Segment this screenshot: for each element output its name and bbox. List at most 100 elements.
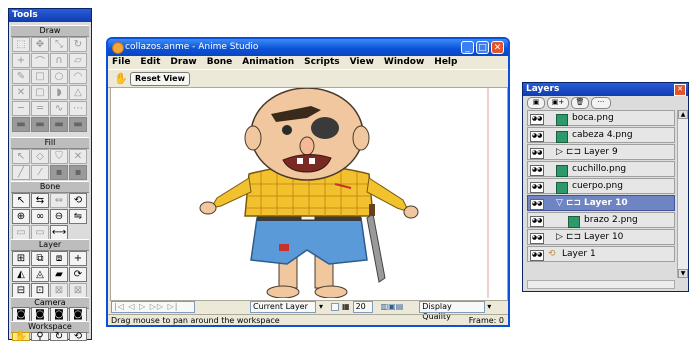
freehand-icon[interactable]: ✎ bbox=[12, 69, 30, 84]
layers-hscrollbar[interactable] bbox=[527, 280, 675, 289]
menu-draw[interactable]: Draw bbox=[170, 56, 196, 69]
layer-select[interactable]: Current Layer bbox=[250, 300, 316, 313]
scale-bone-icon[interactable]: ⇔ bbox=[50, 193, 68, 208]
roll-camera-icon[interactable]: ◙ bbox=[50, 307, 68, 322]
layers-scrollbar[interactable]: ▲ ▼ bbox=[677, 110, 688, 278]
layer-row[interactable]: ◕◕ cuchillo.png bbox=[527, 161, 675, 177]
menu-file[interactable]: File bbox=[112, 56, 130, 69]
add-point-icon[interactable]: + bbox=[12, 53, 30, 68]
line-width-icon[interactable]: ▬ bbox=[12, 117, 30, 132]
draw-rectangle-icon[interactable]: □ bbox=[31, 69, 49, 84]
flip-layer-h-icon[interactable]: ◭ bbox=[12, 267, 30, 282]
track-camera-icon[interactable]: ◙ bbox=[12, 307, 30, 322]
grid-checkbox[interactable] bbox=[331, 302, 340, 311]
expand-triangle-icon[interactable]: ▷ bbox=[556, 145, 563, 160]
magnet-icon[interactable]: ∩ bbox=[50, 53, 68, 68]
create-shape-icon[interactable]: ◇ bbox=[31, 149, 49, 164]
minimize-icon[interactable]: _ bbox=[461, 41, 474, 54]
flip-layer-v-icon[interactable]: ◬ bbox=[31, 267, 49, 282]
bind-layer-icon[interactable]: ▭ bbox=[12, 225, 30, 240]
zoom-icon[interactable]: ⚲ bbox=[31, 331, 49, 342]
layer-row[interactable]: ◕◕ ▷ ⊏⊐ Layer 10 bbox=[527, 229, 675, 245]
menu-edit[interactable]: Edit bbox=[140, 56, 160, 69]
draw-oval-icon[interactable]: ○ bbox=[50, 69, 68, 84]
menu-bone[interactable]: Bone bbox=[207, 56, 233, 69]
visibility-icon[interactable]: ◕◕ bbox=[530, 250, 544, 261]
shear-icon[interactable]: ▱ bbox=[69, 53, 87, 68]
set-origin-icon[interactable]: + bbox=[69, 251, 87, 266]
add-bone-icon[interactable]: ⊕ bbox=[12, 209, 30, 224]
layer-row[interactable]: ◕◕ cabeza 4.png bbox=[527, 127, 675, 143]
title-bar[interactable]: collazos.anme - Anime Studio _ □ ✕ bbox=[108, 39, 508, 56]
layer-select-arrow-icon[interactable]: ▾ bbox=[319, 302, 323, 311]
grid-size-field[interactable]: 20 bbox=[352, 300, 373, 313]
visibility-icon[interactable]: ◕◕ bbox=[530, 165, 544, 176]
translate-points-icon[interactable]: ✥ bbox=[31, 37, 49, 52]
visibility-icon[interactable]: ◕◕ bbox=[530, 216, 544, 227]
scale-layer-icon[interactable]: ⧉ bbox=[31, 251, 49, 266]
rotate-layer-z-icon[interactable]: ⧈ bbox=[50, 251, 68, 266]
switch-layer-icon[interactable]: ⊟ bbox=[12, 283, 30, 298]
quality-arrow-icon[interactable]: ▾ bbox=[487, 302, 491, 311]
paint-bucket-icon[interactable]: ⛉ bbox=[50, 149, 68, 164]
offset-bone-icon[interactable]: ⟷ bbox=[50, 225, 68, 240]
eraser-icon[interactable]: ▬ bbox=[50, 117, 68, 132]
hand-icon[interactable]: ✋ bbox=[12, 331, 30, 342]
line-icon[interactable]: ╱ bbox=[12, 165, 30, 180]
noise-icon[interactable]: △ bbox=[69, 85, 87, 100]
delete-edge-icon[interactable]: ✕ bbox=[12, 85, 30, 100]
select-shape-icon[interactable]: ↖ bbox=[12, 149, 30, 164]
stroke-exposure-icon[interactable]: ═ bbox=[31, 101, 49, 116]
curvature-icon[interactable]: ⌒ bbox=[31, 53, 49, 68]
curve-profile-icon[interactable]: ∿ bbox=[50, 101, 68, 116]
manipulate-bones-icon[interactable]: ⇋ bbox=[69, 209, 87, 224]
reset-view-button[interactable]: Reset View bbox=[130, 72, 190, 86]
shear-layer-icon[interactable]: ▰ bbox=[50, 267, 68, 282]
expand-triangle-icon[interactable]: ▷ bbox=[556, 230, 563, 245]
visibility-icon[interactable]: ◕◕ bbox=[530, 131, 544, 142]
scroll-down-icon[interactable]: ▼ bbox=[678, 269, 688, 278]
bone-strength-icon[interactable]: ⊖ bbox=[50, 209, 68, 224]
menu-view[interactable]: View bbox=[350, 56, 374, 69]
menu-scripts[interactable]: Scripts bbox=[304, 56, 339, 69]
eyedropper-icon[interactable]: ⁄ bbox=[31, 165, 49, 180]
visibility-icon[interactable]: ◕◕ bbox=[530, 233, 544, 244]
new-layer-icon[interactable]: ▣ bbox=[527, 97, 545, 109]
menu-animation[interactable]: Animation bbox=[242, 56, 294, 69]
workspace-canvas[interactable] bbox=[110, 87, 508, 301]
view-layout-icons[interactable]: ▥▣▤ bbox=[381, 302, 404, 311]
bind-points-icon[interactable]: ▭ bbox=[31, 225, 49, 240]
display-quality-select[interactable]: Display Quality bbox=[419, 300, 486, 321]
layer-settings-icon[interactable]: ··· bbox=[591, 97, 611, 109]
perspective-icon[interactable]: ▢ bbox=[31, 85, 49, 100]
duplicate-layer-icon[interactable]: ▣+ bbox=[547, 97, 569, 109]
layer-row[interactable]: ◕◕ ⟲ Layer 1 bbox=[527, 246, 675, 262]
fill-extra2-icon[interactable]: ▪ bbox=[69, 165, 87, 180]
menu-window[interactable]: Window bbox=[384, 56, 424, 69]
delete-shape-icon[interactable]: ✕ bbox=[69, 149, 87, 164]
scroll-up-icon[interactable]: ▲ bbox=[678, 110, 688, 119]
layer-row[interactable]: ◕◕ cuerpo.png bbox=[527, 178, 675, 194]
visibility-icon[interactable]: ◕◕ bbox=[530, 114, 544, 125]
select-bone-icon[interactable]: ↖ bbox=[12, 193, 30, 208]
rotate-layer-xy-icon[interactable]: ⟳ bbox=[69, 267, 87, 282]
rotate-points-icon[interactable]: ↻ bbox=[69, 37, 87, 52]
reparent-bone-icon[interactable]: ∞ bbox=[31, 209, 49, 224]
layer-extra-icon[interactable]: ⊠ bbox=[50, 283, 68, 298]
layer-row-selected[interactable]: ◕◕ ▽ ⊏⊐ Layer 10 bbox=[527, 195, 675, 211]
visibility-icon[interactable]: ◕◕ bbox=[530, 182, 544, 193]
fill-extra-icon[interactable]: ▪ bbox=[50, 165, 68, 180]
blob-brush-icon[interactable]: ▬ bbox=[69, 117, 87, 132]
collapse-triangle-icon[interactable]: ▽ bbox=[556, 196, 563, 211]
rotate-bone-icon[interactable]: ⟲ bbox=[69, 193, 87, 208]
visibility-icon[interactable]: ◕◕ bbox=[530, 199, 544, 210]
brush-icon[interactable]: ▬ bbox=[31, 117, 49, 132]
select-points-icon[interactable]: ⬚ bbox=[12, 37, 30, 52]
zoom-camera-icon[interactable]: ◙ bbox=[31, 307, 49, 322]
scale-points-icon[interactable]: ⤡ bbox=[50, 37, 68, 52]
layer-row[interactable]: ◕◕ brazo 2.png bbox=[527, 212, 675, 228]
maximize-icon[interactable]: □ bbox=[476, 41, 489, 54]
close-icon[interactable]: ✕ bbox=[491, 41, 504, 54]
pan-tilt-camera-icon[interactable]: ◙ bbox=[69, 307, 87, 322]
menu-help[interactable]: Help bbox=[434, 56, 457, 69]
